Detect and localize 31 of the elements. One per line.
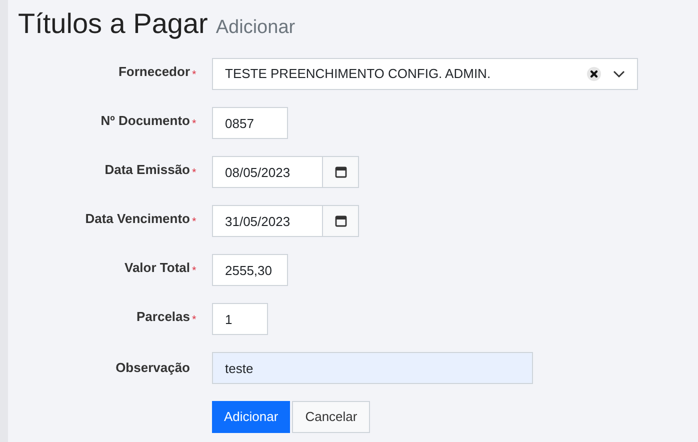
input-field[interactable]: teste	[212, 352, 533, 384]
select-field[interactable]: TESTE PREENCHIMENTO CONFIG. ADMIN.	[212, 58, 638, 90]
field-label: Parcelas	[136, 308, 190, 326]
field-label: Data Vencimento	[85, 210, 190, 228]
required-marker: *	[192, 216, 196, 228]
field-label: Nº Documento	[100, 112, 190, 130]
calendar-icon	[334, 166, 346, 178]
required-marker: *	[192, 167, 196, 179]
field-label: Fornecedor	[118, 63, 190, 81]
cancel-button[interactable]: Cancelar	[292, 401, 370, 433]
add-button[interactable]: Adicionar	[212, 401, 290, 433]
input-field[interactable]: 1	[212, 303, 268, 335]
required-marker: *	[192, 314, 196, 326]
chevron-down-icon[interactable]	[613, 70, 625, 78]
required-marker: *	[192, 118, 196, 130]
field-label: Observação	[116, 359, 190, 378]
clear-icon[interactable]	[587, 67, 601, 81]
input-field[interactable]: 2555,30	[212, 254, 288, 286]
field-label: Data Emissão	[104, 161, 190, 179]
input-field[interactable]: 31/05/2023	[212, 205, 323, 237]
input-field[interactable]: 0857	[212, 107, 288, 139]
calendar-icon	[334, 215, 346, 227]
required-marker: *	[192, 69, 196, 81]
page-title: Títulos a Pagar	[18, 7, 208, 41]
calendar-button[interactable]	[323, 205, 359, 237]
required-marker: *	[192, 265, 196, 277]
select-value: TESTE PREENCHIMENTO CONFIG. ADMIN.	[225, 65, 492, 84]
field-label: Valor Total	[124, 259, 190, 277]
input-field[interactable]: 08/05/2023	[212, 156, 323, 188]
calendar-button[interactable]	[323, 156, 359, 188]
page-subtitle: Adicionar	[216, 16, 296, 40]
